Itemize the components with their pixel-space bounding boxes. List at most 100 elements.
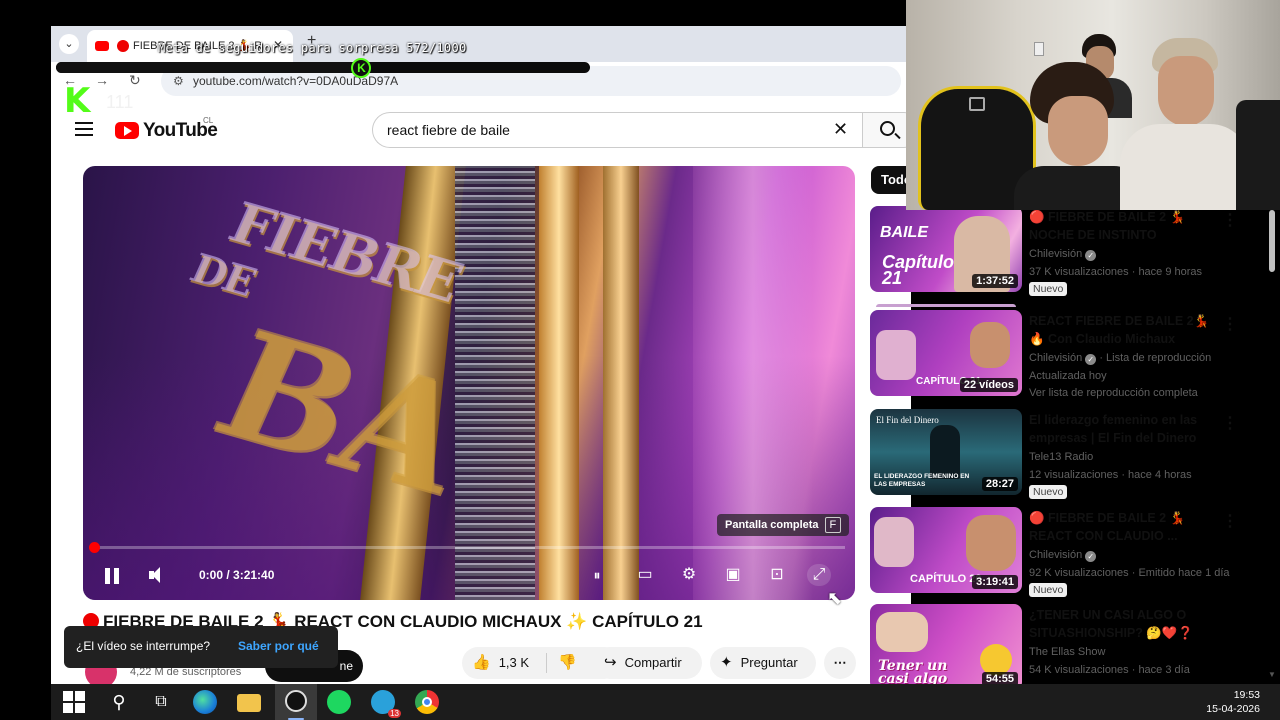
channel-name[interactable]: Chilevisión ✓ <box>1029 549 1097 562</box>
more-options-icon[interactable]: ⋮ <box>1222 314 1238 334</box>
thumbs-down-icon[interactable]: 👎 <box>558 647 577 679</box>
video-thumbnail[interactable]: Tener un casi algo 54:55 <box>870 604 1022 684</box>
screen: ⌄ FIEBRE DE BAILE 2 💃 R ✕ + ← → ↻ ⚙ yout… <box>0 0 1280 720</box>
system-clock[interactable]: 19:53 15-04-2026 <box>1206 688 1260 716</box>
recommendation-item[interactable]: BAILE Capítulo 21 1:37:52 🔴 FIEBRE DE BA… <box>870 206 1238 298</box>
recommendation-title[interactable]: ¿TENER UN CASI ALGO O SITUASHIONSHIP? 🤔❤… <box>1029 606 1190 642</box>
share-arrow-icon: ↪ <box>604 654 617 671</box>
thumb-person <box>966 515 1016 571</box>
recommendation-item[interactable]: Tener un casi algo 54:55 ¿TENER UN CASI … <box>870 604 1190 684</box>
recommendation-item[interactable]: El Fin del Dinero EL LIDERAZGO FEMENINO … <box>870 409 1238 501</box>
second-chair <box>1236 100 1280 210</box>
video-thumbnail[interactable]: El Fin del Dinero EL LIDERAZGO FEMENINO … <box>870 409 1022 495</box>
streamer-webcam <box>906 0 1280 210</box>
sidebar-scrollbar[interactable] <box>1269 210 1275 272</box>
search-button[interactable] <box>862 112 911 148</box>
toast-learn-more-link[interactable]: Saber por qué <box>238 639 319 653</box>
telegram-icon[interactable]: 13 <box>371 690 401 718</box>
video-thumbnail[interactable]: BAILE Capítulo 21 1:37:52 <box>870 206 1022 292</box>
recommendation-title[interactable]: REACT FIEBRE DE BAILE 2💃🔥 Con Claudio Mi… <box>1029 312 1213 348</box>
windows-taskbar: ⚲ ⧉ 13 19:53 15-04-2026 <box>51 684 1280 720</box>
progress-bar[interactable] <box>89 542 845 553</box>
view-full-playlist-link[interactable]: Ver lista de reproducción completa <box>1029 387 1198 399</box>
playback-issue-toast: ¿El vídeo se interrumpe? Saber por qué <box>64 626 338 668</box>
recommendation-item[interactable]: CAPÍTULO 20 3:19:41 🔴 FIEBRE DE BAILE 2 … <box>870 507 1238 599</box>
forward-icon[interactable]: → <box>95 72 109 88</box>
duration-badge: 3:19:41 <box>972 575 1018 589</box>
task-view-icon[interactable]: ⧉ <box>149 690 173 714</box>
video-thumbnail[interactable]: CAPÍTULO 20 3:19:41 <box>870 507 1022 593</box>
reload-icon[interactable]: ↻ <box>129 72 141 89</box>
light-switch <box>1034 42 1044 56</box>
obs-app-button[interactable] <box>275 684 317 720</box>
channel-name[interactable]: Tele13 Radio <box>1029 451 1093 463</box>
toast-message: ¿El vídeo se interrumpe? <box>76 639 211 653</box>
scrubber-handle[interactable] <box>89 542 100 553</box>
verified-check-icon: ✓ <box>1085 551 1097 562</box>
clear-search-icon[interactable]: ✕ <box>833 119 848 140</box>
recommendation-title[interactable]: El liderazgo femenino en las empresas | … <box>1029 411 1213 447</box>
gold-pillar <box>603 166 639 600</box>
volume-icon[interactable] <box>149 566 167 584</box>
kick-viewer-count: 111 <box>106 92 134 112</box>
subtitles-icon[interactable]: ▭ <box>633 564 657 586</box>
channel-name[interactable]: The Ellas Show <box>1029 646 1105 658</box>
playlist-stack <box>876 304 1016 307</box>
recommendation-item[interactable]: CAPÍTULO 21 22 vídeos REACT FIEBRE DE BA… <box>870 304 1238 402</box>
time-display: 0:00 / 3:21:40 <box>199 568 275 582</box>
recommendation-title[interactable]: 🔴 FIEBRE DE BAILE 2 💃 REACT CON CLAUDIO … <box>1029 509 1213 545</box>
kick-watermark-icon: K <box>64 81 91 121</box>
live-dot-icon <box>117 40 129 52</box>
new-badge: Nuevo <box>1029 583 1068 597</box>
spotify-icon[interactable] <box>327 690 351 714</box>
thumb-episode-label: CAPÍTULO 20 <box>910 573 982 585</box>
mouse-cursor-icon: ⬉ <box>827 588 843 608</box>
video-player[interactable]: FIEBRE DE BA Pantalla completa F 0:00 / 3… <box>83 166 855 600</box>
follower-goal-text: Meta de seguidores para sorpresa 572/100… <box>158 41 467 55</box>
cast-icon[interactable]: ⊡ <box>765 564 789 586</box>
recommendation-title[interactable]: 🔴 FIEBRE DE BAILE 2 💃 NOCHE DE INSTINTO … <box>1029 208 1213 244</box>
search-input[interactable]: react fiebre de baile ✕ <box>372 112 862 148</box>
like-button[interactable]: 👍 1,3 K <box>472 647 529 679</box>
search-query: react fiebre de baile <box>387 122 510 138</box>
pause-icon[interactable] <box>105 568 119 584</box>
thumb-episode-label: Capítulo 21 <box>882 252 954 288</box>
duration-badge: 28:27 <box>981 477 1018 491</box>
youtube-play-icon <box>115 122 139 139</box>
thumb-caption: EL LIDERAZGO FEMENINO EN LAS EMPRESAS <box>874 473 970 488</box>
scroll-down-arrow-icon[interactable]: ▼ <box>1268 670 1276 679</box>
youtube-page: YouTube CL react fiebre de baile ✕ FIEBR… <box>51 100 911 684</box>
channel-name[interactable]: Chilevisión ✓ <box>1029 248 1097 261</box>
chrome-icon[interactable] <box>415 690 439 714</box>
settings-gear-icon[interactable]: ⚙ <box>677 564 701 586</box>
more-actions-button[interactable]: ⋯ <box>824 647 856 679</box>
windows-start-icon[interactable] <box>63 691 85 713</box>
streamer <box>1014 62 1144 210</box>
like-divider <box>546 653 547 673</box>
playlist-thumbnail[interactable]: CAPÍTULO 21 22 vídeos <box>870 310 1022 396</box>
verified-check-icon: ✓ <box>1085 250 1097 261</box>
share-button[interactable]: ↪ Compartir <box>594 647 702 679</box>
more-options-icon[interactable]: ⋮ <box>1222 511 1238 531</box>
tab-search-dropdown-icon[interactable]: ⌄ <box>59 34 79 54</box>
thumbs-up-icon: 👍 <box>472 654 491 671</box>
search-icon[interactable]: ⚲ <box>107 690 131 714</box>
theater-mode-icon[interactable]: ▣ <box>721 564 745 586</box>
thumb-person <box>876 612 928 652</box>
hamburger-menu-icon[interactable] <box>75 122 93 136</box>
more-options-icon[interactable]: ⋮ <box>1222 210 1238 230</box>
video-meta: 54 K visualizaciones · hace 3 días <box>1029 664 1190 676</box>
fullscreen-icon[interactable]: ⤢ <box>807 564 831 586</box>
channel-name[interactable]: Chilevisión ✓ · Lista de reproducción <box>1029 352 1211 365</box>
file-explorer-icon[interactable] <box>237 694 261 712</box>
new-badge: Nuevo <box>1029 485 1068 499</box>
duration-badge: 1:37:52 <box>972 274 1018 288</box>
ask-button[interactable]: ✦ Preguntar <box>710 647 816 679</box>
edge-browser-icon[interactable] <box>193 690 217 714</box>
site-info-icon[interactable]: ⚙ <box>173 74 184 88</box>
more-options-icon[interactable]: ⋮ <box>1222 413 1238 433</box>
autoplay-toggle-icon[interactable]: ⏸ <box>585 564 609 586</box>
thumb-show-name: BAILE <box>880 224 928 241</box>
obs-icon <box>285 690 307 712</box>
fullscreen-tooltip-label: Pantalla completa <box>725 519 819 531</box>
